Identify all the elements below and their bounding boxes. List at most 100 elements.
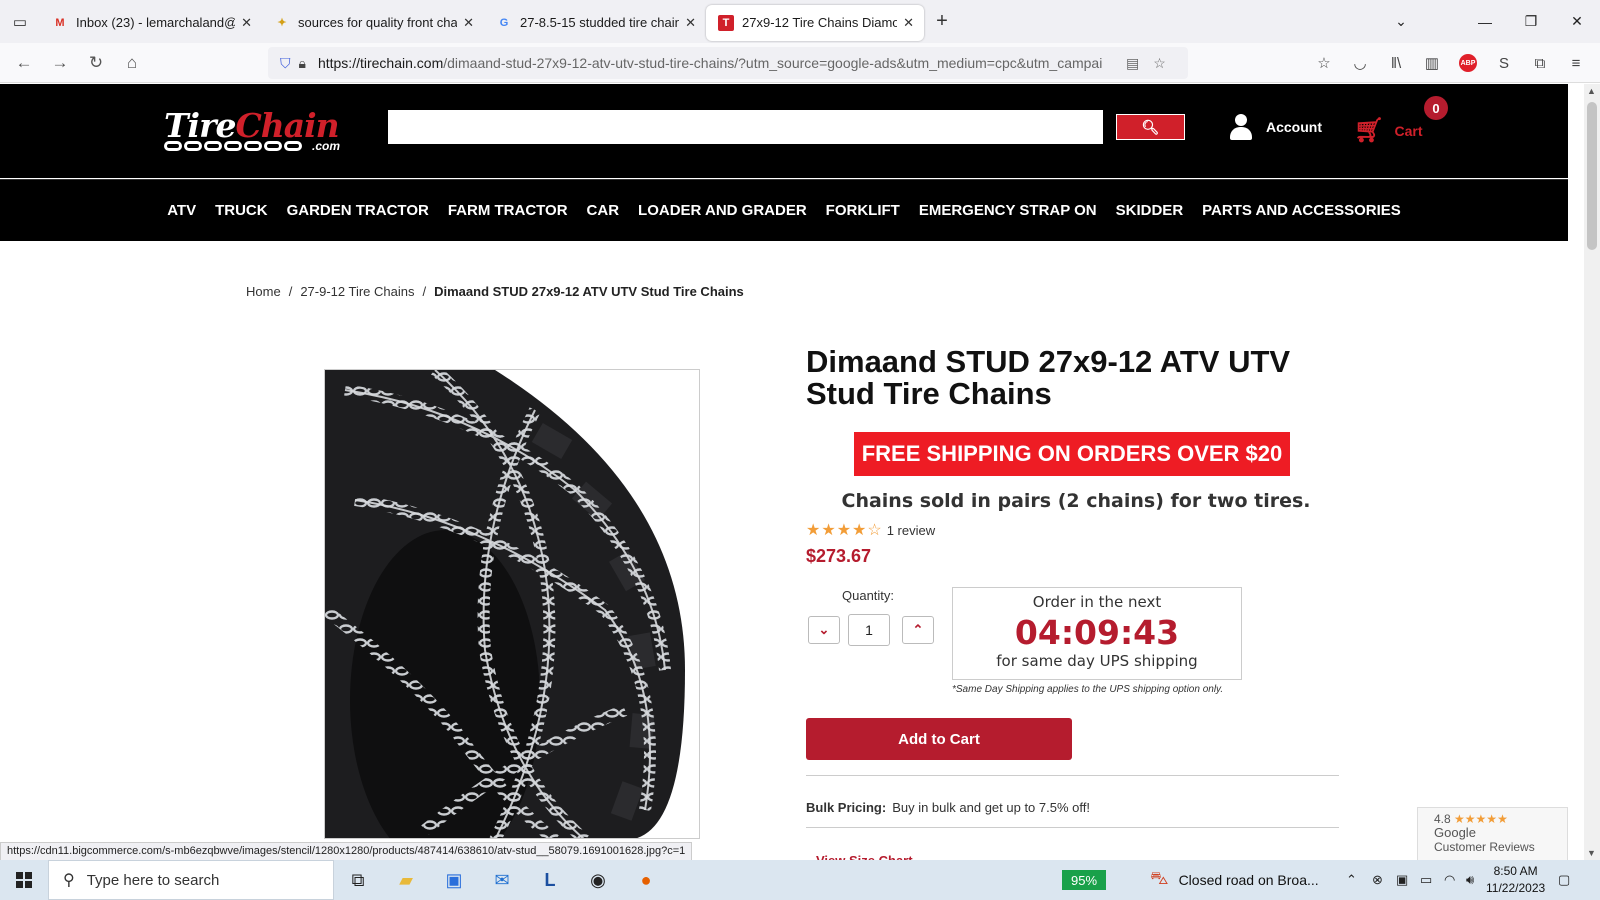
close-icon[interactable]: ✕ (241, 15, 252, 31)
news-widget[interactable]: ⛍ Closed road on Broa... (1150, 868, 1319, 892)
volume-icon[interactable]: 🔊︎ (1466, 860, 1474, 900)
category-nav: ATV TRUCK GARDEN TRACTOR FARM TRACTOR CA… (0, 179, 1568, 241)
account-link[interactable]: Account (1230, 114, 1322, 140)
google-reviews-badge[interactable]: 4.8 ★★★★★ Google Customer Reviews (1417, 807, 1568, 862)
menu-icon[interactable]: ≡ (1562, 49, 1590, 77)
shipping-countdown: Order in the next 04:09:43 for same day … (952, 587, 1242, 680)
windows-start-icon[interactable] (0, 860, 48, 900)
breadcrumb-parent[interactable]: 27-9-12 Tire Chains (300, 284, 414, 299)
pocket-icon[interactable]: ◡ (1346, 49, 1374, 77)
product-price: $273.67 (806, 546, 872, 566)
app-l-icon[interactable]: L (526, 860, 574, 900)
breadcrumb-separator: / (422, 284, 427, 299)
store-icon[interactable]: ▣ (430, 860, 478, 900)
taskbar-search[interactable]: ⚲ Type here to search (48, 860, 334, 900)
bulk-pricing-label: Bulk Pricing: (806, 800, 887, 815)
reload-icon[interactable]: ↻ (78, 47, 114, 79)
tab-gmail[interactable]: M Inbox (23) - lemarchaland@gm ✕ (40, 5, 262, 41)
tab-overflow-icon[interactable]: ⌄ (1378, 0, 1424, 43)
firefox-icon[interactable]: ● (622, 860, 670, 900)
nav-garden-tractor[interactable]: GARDEN TRACTOR (277, 202, 438, 219)
close-icon[interactable]: ✕ (903, 15, 914, 31)
pocket-save-icon[interactable]: ☆ (1310, 49, 1338, 77)
quantity-input[interactable]: 1 (848, 614, 890, 646)
traffic-icon: ⛍ (1150, 868, 1169, 888)
extension-s-icon[interactable]: S (1490, 49, 1518, 77)
chain-links-graphic (164, 141, 304, 153)
quantity-increase-button[interactable]: ⌃ (902, 616, 934, 644)
forward-icon[interactable]: → (42, 47, 78, 79)
pairs-note: Chains sold in pairs (2 chains) for two … (841, 490, 1311, 512)
google-icon: G (499, 16, 509, 29)
nav-car[interactable]: CAR (577, 202, 629, 219)
bookmark-star-icon[interactable]: ☆ (1153, 55, 1166, 72)
wifi-icon[interactable]: ◠ (1444, 860, 1455, 900)
nav-atv[interactable]: ATV (158, 202, 206, 219)
battery-indicator[interactable]: 95% (1062, 870, 1106, 890)
reader-view-icon[interactable]: ▤ (1126, 55, 1139, 72)
address-bar[interactable]: ⛉ 🔒︎ https://tirechain.com/dimaand-stud-… (268, 47, 1188, 79)
tray-app-icon[interactable]: ⊗ (1372, 860, 1383, 900)
site-search-input[interactable] (388, 110, 1103, 144)
nav-forklift[interactable]: FORKLIFT (816, 202, 909, 219)
page-scrollbar[interactable]: ▲ ▼ (1584, 84, 1600, 860)
nav-loader-and-grader[interactable]: LOADER AND GRADER (629, 202, 817, 219)
scrollbar-thumb[interactable] (1587, 102, 1597, 250)
product-rating[interactable]: ★★★★☆ 1 review (806, 520, 935, 540)
bulk-pricing: Bulk Pricing: Buy in bulk and get up to 7… (806, 800, 1090, 815)
nav-parts-and-accessories[interactable]: PARTS AND ACCESSORIES (1193, 202, 1411, 219)
show-hidden-icons[interactable]: ⌃ (1346, 860, 1357, 900)
site-logo[interactable]: TireChain .com (164, 106, 354, 156)
divider (806, 775, 1339, 776)
task-view-icon[interactable]: ⧉ (334, 860, 382, 900)
new-tab-icon[interactable]: + (924, 10, 960, 33)
breadcrumb-separator: / (288, 284, 293, 299)
browser-nav-bar: ← → ↻ ⌂ ⛉ 🔒︎ https://tirechain.com/dimaa… (0, 43, 1600, 83)
search-icon: 🔍︎ (1141, 118, 1160, 135)
tray-power-icon[interactable]: ▭ (1420, 860, 1432, 900)
home-icon[interactable]: ⌂ (114, 47, 150, 79)
close-window-icon[interactable]: ✕ (1554, 0, 1600, 43)
breadcrumb-home[interactable]: Home (246, 284, 281, 299)
nav-skidder[interactable]: SKIDDER (1106, 202, 1193, 219)
tab-title: sources for quality front chains (298, 15, 458, 30)
divider (806, 827, 1339, 828)
cart-link[interactable]: 🛒︎ Cart (1354, 116, 1422, 145)
tab-list-icon[interactable]: ▭ (0, 0, 40, 43)
lock-icon[interactable]: 🔒︎ (299, 55, 306, 72)
adblock-icon[interactable]: ABP (1454, 49, 1482, 77)
quantity-label: Quantity: (842, 588, 895, 603)
tab-sources[interactable]: ✦ sources for quality front chains ✕ (262, 5, 484, 41)
system-clock[interactable]: 8:50 AM 11/22/2023 (1486, 863, 1545, 897)
shield-icon[interactable]: ⛉ (280, 55, 291, 72)
minimize-icon[interactable]: — (1462, 0, 1508, 43)
review-count[interactable]: 1 review (887, 523, 935, 538)
nav-truck[interactable]: TRUCK (206, 202, 278, 219)
tray-display-icon[interactable]: ▣ (1396, 860, 1408, 900)
quantity-decrease-button[interactable]: ⌄ (808, 616, 840, 644)
restore-icon[interactable]: ❐ (1508, 0, 1554, 43)
file-explorer-icon[interactable]: ▰ (382, 860, 430, 900)
notifications-icon[interactable]: ▢ (1558, 860, 1570, 900)
tab-google[interactable]: G 27-8.5-15 studded tire chains - ✕ (484, 5, 706, 41)
account-label: Account (1266, 119, 1322, 135)
tab-title: Inbox (23) - lemarchaland@gm (76, 15, 235, 30)
add-to-cart-button[interactable]: Add to Cart (806, 718, 1072, 760)
close-icon[interactable]: ✕ (463, 15, 474, 31)
scroll-down-icon[interactable]: ▼ (1587, 848, 1596, 858)
product-image[interactable] (324, 369, 700, 839)
search-button[interactable]: 🔍︎ (1116, 114, 1185, 140)
scroll-up-icon[interactable]: ▲ (1587, 86, 1596, 96)
library-icon[interactable]: ‖\ (1382, 49, 1410, 77)
extensions-icon[interactable]: ⧉ (1526, 49, 1554, 77)
close-icon[interactable]: ✕ (685, 15, 696, 31)
back-icon[interactable]: ← (6, 47, 42, 79)
tab-tirechain[interactable]: T 27x9-12 Tire Chains Diamond St ✕ (706, 4, 924, 41)
nav-farm-tractor[interactable]: FARM TRACTOR (438, 202, 577, 219)
countdown-timer: 04:09:43 (1014, 613, 1180, 652)
camera-app-icon[interactable]: ◉ (574, 860, 622, 900)
sidebar-icon[interactable]: ▥ (1418, 49, 1446, 77)
nav-emergency-strap-on[interactable]: EMERGENCY STRAP ON (909, 202, 1106, 219)
mail-icon[interactable]: ✉ (478, 860, 526, 900)
news-headline: Closed road on Broa... (1178, 872, 1319, 888)
